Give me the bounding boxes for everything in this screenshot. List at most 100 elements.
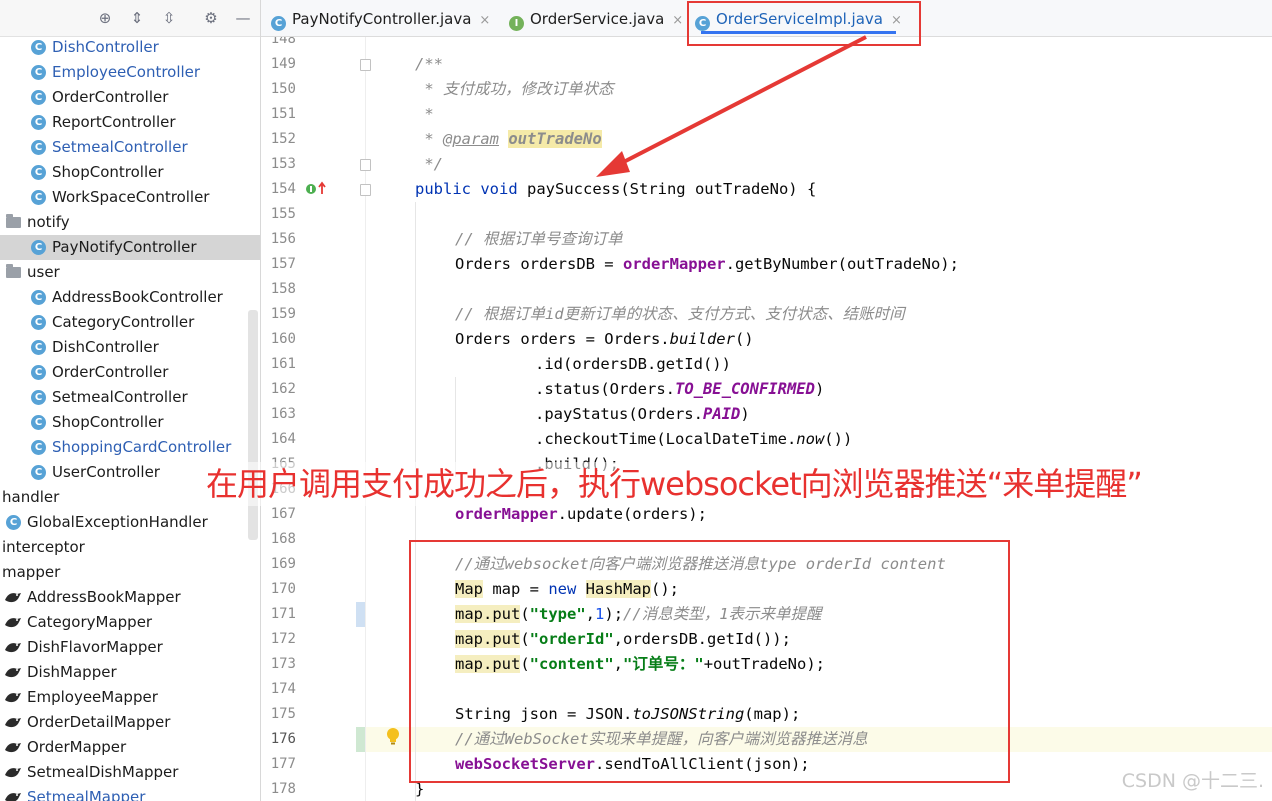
code-token: orderMapper <box>622 255 726 273</box>
tree-item-label: EmployeeController <box>52 63 201 81</box>
code-line[interactable]: // 根据订单号查询订单 <box>455 227 623 252</box>
tree-item[interactable]: C WorkSpaceController <box>0 185 260 210</box>
tree-item-label: DishController <box>52 338 159 356</box>
code-token: Orders orders = Orders. <box>455 330 670 348</box>
code-token: public <box>415 180 471 198</box>
code-line[interactable]: // 根据订单id更新订单的状态、支付方式、支付状态、结账时间 <box>455 302 905 327</box>
hide-icon[interactable]: — <box>234 9 252 27</box>
tree-item-label: PayNotifyController <box>52 238 197 256</box>
tree-item[interactable]: C ReportController <box>0 110 260 135</box>
tree-item[interactable]: C ShoppingCardController <box>0 435 260 460</box>
mybatis-mapper-icon <box>5 668 21 678</box>
line-number-gutter: 148 149 150 151 152 153 154 155 156 157 158 159 160 1… <box>261 37 365 801</box>
tree-item[interactable]: EmployeeMapper <box>0 685 260 710</box>
line-number: 178 <box>270 781 296 797</box>
tree-item-label: UserController <box>52 463 160 481</box>
close-tab-icon[interactable]: × <box>672 13 683 28</box>
folder-icon <box>6 264 21 278</box>
watermark: CSDN @十二三. <box>1121 770 1264 792</box>
tree-item[interactable]: interceptor <box>0 535 260 560</box>
code-token: orderMapper <box>455 505 558 523</box>
tree-item[interactable]: notify <box>0 210 260 235</box>
tab-label: OrderService.java <box>530 10 665 28</box>
tree-item[interactable]: DishMapper <box>0 660 260 685</box>
tree-item[interactable]: C SetmealController <box>0 385 260 410</box>
tree-item[interactable]: OrderMapper <box>0 735 260 760</box>
tree-item[interactable]: mapper <box>0 560 260 585</box>
tree-item[interactable]: C DishController <box>0 35 260 60</box>
tree-item[interactable]: CategoryMapper <box>0 610 260 635</box>
code-line[interactable]: .payStatus(Orders.PAID) <box>535 402 750 427</box>
tree-item[interactable]: C CategoryController <box>0 310 260 335</box>
tree-item[interactable]: C OrderController <box>0 360 260 385</box>
code-token: ) <box>740 405 750 423</box>
line-number: 164 <box>270 431 296 447</box>
fold-marker-icon[interactable] <box>360 184 371 196</box>
code-token: .update(orders); <box>557 505 707 523</box>
tree-item[interactable]: C GlobalExceptionHandler <box>0 510 260 535</box>
close-tab-icon[interactable]: × <box>479 13 490 28</box>
class-icon: C <box>6 515 21 530</box>
code-token: outTradeNo <box>508 130 602 148</box>
tree-item-label: OrderController <box>52 88 169 106</box>
tree-item[interactable]: SetmealMapper <box>0 785 260 801</box>
code-line[interactable]: Orders ordersDB = orderMapper.getByNumbe… <box>455 252 959 277</box>
tree-item[interactable]: C PayNotifyController <box>0 235 260 260</box>
code-token: .id(ordersDB.getId()) <box>535 355 731 373</box>
tree-item[interactable]: SetmealDishMapper <box>0 760 260 785</box>
tree-item[interactable]: C DishController <box>0 335 260 360</box>
class-icon: C <box>271 16 286 31</box>
editor-tab[interactable]: I OrderService.java × <box>509 0 683 36</box>
intention-bulb-icon[interactable] <box>386 727 400 745</box>
code-line[interactable]: public void paySuccess(String outTradeNo… <box>415 177 816 202</box>
code-line[interactable]: .status(Orders.TO_BE_CONFIRMED) <box>535 377 824 402</box>
collapse-all-icon[interactable]: ⇳ <box>160 9 178 27</box>
code-line[interactable]: * @param outTradeNo <box>415 127 602 152</box>
code-line[interactable]: * 支付成功，修改订单状态 <box>415 77 613 102</box>
code-line[interactable]: */ <box>415 152 443 177</box>
code-token: builder <box>669 330 735 348</box>
fold-marker-icon[interactable] <box>360 159 371 171</box>
mybatis-mapper-icon <box>5 743 21 753</box>
mybatis-mapper-icon <box>5 693 21 703</box>
tree-item[interactable]: DishFlavorMapper <box>0 635 260 660</box>
tree-item-label: WorkSpaceController <box>52 188 210 206</box>
tree-item[interactable]: AddressBookMapper <box>0 585 260 610</box>
tree-item[interactable]: user <box>0 260 260 285</box>
code-line[interactable]: .checkoutTime(LocalDateTime.now()) <box>535 427 852 452</box>
code-line[interactable]: .id(ordersDB.getId()) <box>535 352 731 377</box>
class-icon: C <box>31 390 46 405</box>
tree-item[interactable]: C AddressBookController <box>0 285 260 310</box>
tree-item[interactable]: C SetmealController <box>0 135 260 160</box>
line-number: 149 <box>270 56 296 72</box>
tree-item[interactable]: C EmployeeController <box>0 60 260 85</box>
locate-icon[interactable]: ⊕ <box>96 9 114 27</box>
tree-item-label: ShoppingCardController <box>52 438 232 456</box>
code-line[interactable]: * <box>415 102 433 127</box>
tree-item-label: EmployeeMapper <box>27 688 158 706</box>
tree-item[interactable]: C OrderController <box>0 85 260 110</box>
tree-item-label: ShopController <box>52 163 164 181</box>
code-line[interactable]: Orders orders = Orders.builder() <box>455 327 754 352</box>
settings-icon[interactable]: ⚙ <box>202 9 220 27</box>
line-number: 170 <box>270 581 296 597</box>
line-number: 150 <box>270 81 296 97</box>
code-token: @param <box>443 130 499 148</box>
highlight-box-code <box>409 540 1010 783</box>
editor-tab[interactable]: C PayNotifyController.java × <box>271 0 490 36</box>
expand-all-icon[interactable]: ⇕ <box>128 9 146 27</box>
fold-marker-icon[interactable] <box>360 59 371 71</box>
tree-item-label: CategoryController <box>52 313 195 331</box>
tree-item-label: DishController <box>52 38 159 56</box>
code-token: * <box>415 130 443 148</box>
tree-item[interactable]: OrderDetailMapper <box>0 710 260 735</box>
vcs-change-marker[interactable] <box>356 727 365 752</box>
code-token: void <box>480 180 518 198</box>
implements-method-icon[interactable] <box>305 180 327 196</box>
vcs-change-marker[interactable] <box>356 602 365 627</box>
line-number: 161 <box>270 356 296 372</box>
tree-item[interactable]: C ShopController <box>0 410 260 435</box>
tree-item[interactable]: C ShopController <box>0 160 260 185</box>
code-line[interactable]: /** <box>415 52 443 77</box>
